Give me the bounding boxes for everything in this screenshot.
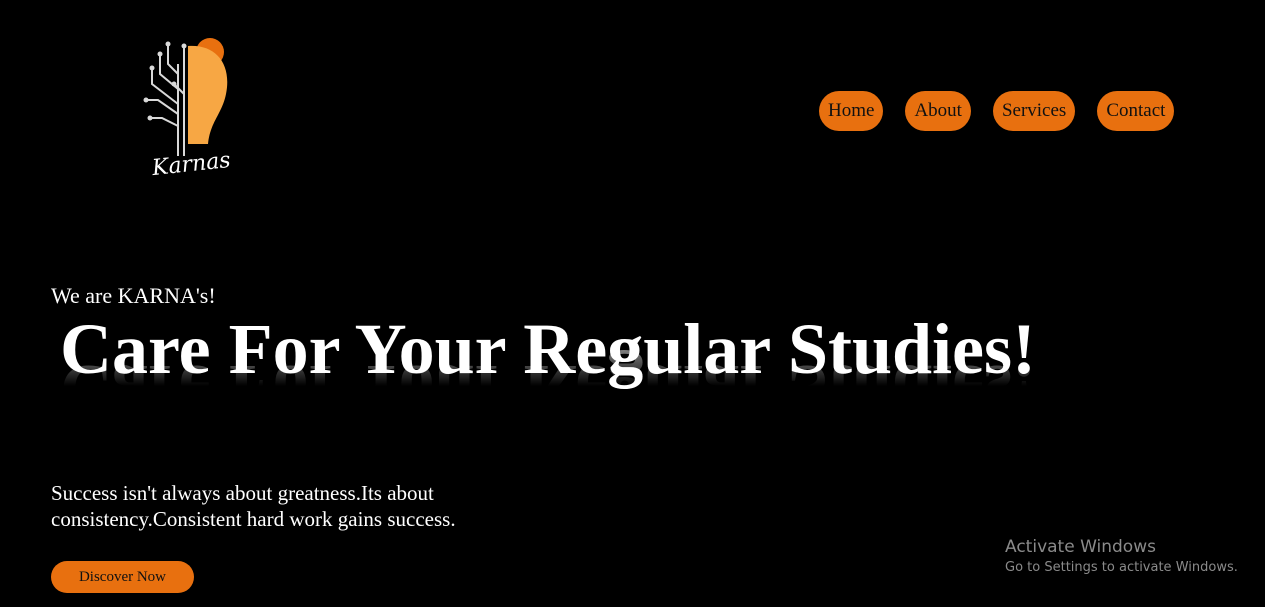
hero-description: Success isn't always about greatness.Its… (51, 481, 456, 531)
watermark-title: Activate Windows (1005, 537, 1156, 557)
nav-contact-button[interactable]: Contact (1097, 91, 1175, 131)
hero-tagline: We are KARNA's! (51, 283, 216, 308)
main-nav: Home About Services Contact (819, 91, 1175, 131)
discover-now-button[interactable]: Discover Now (51, 561, 194, 593)
nav-home-button[interactable]: Home (819, 91, 884, 131)
nav-services-button[interactable]: Services (992, 91, 1076, 131)
windows-activation-watermark: Activate Windows Go to Settings to activ… (1005, 536, 1238, 578)
hero-headline: Care For Your Regular Studies! (60, 309, 1037, 389)
bulb-circuit-icon (143, 38, 228, 156)
nav-about-button[interactable]: About (905, 91, 971, 131)
karnas-logo: Karnas (138, 34, 238, 194)
watermark-subtitle: Go to Settings to activate Windows. (1005, 560, 1238, 575)
